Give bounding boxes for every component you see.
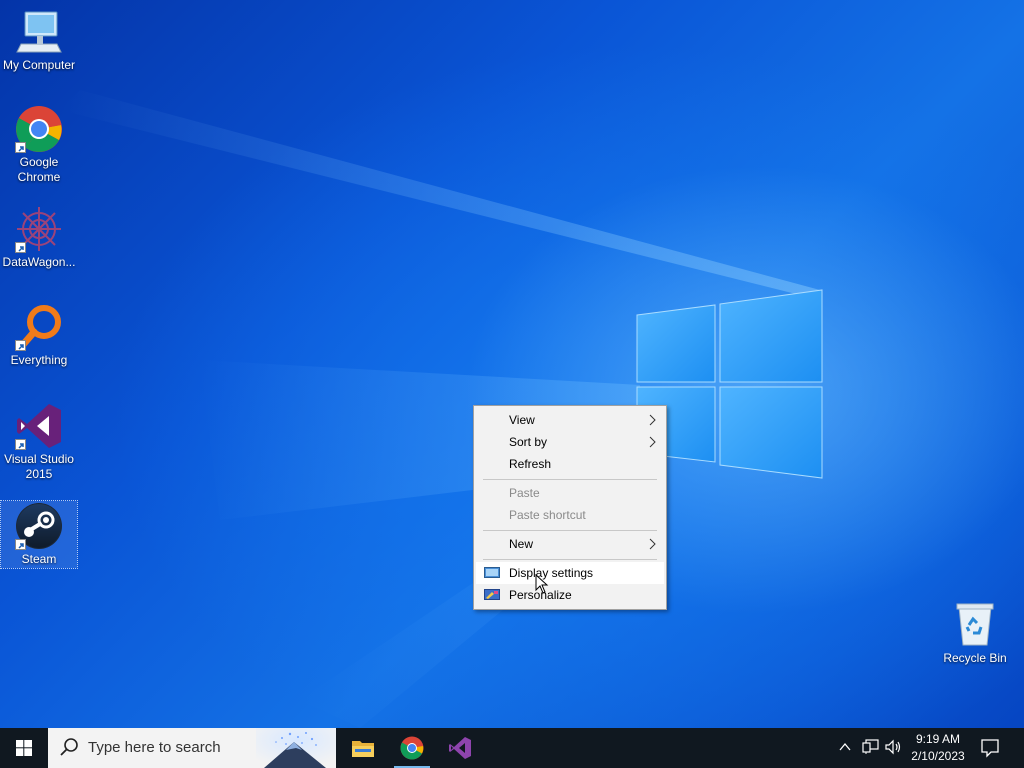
taskbar-chrome[interactable] bbox=[388, 728, 436, 768]
steam-icon bbox=[15, 502, 63, 550]
desktop-icon-google-chrome[interactable]: Google Chrome bbox=[1, 105, 77, 185]
shortcut-arrow-icon bbox=[15, 439, 26, 450]
menu-item-view[interactable]: View bbox=[476, 409, 664, 431]
menu-item-new[interactable]: New bbox=[476, 533, 664, 555]
menu-item-label: New bbox=[509, 537, 534, 551]
clock-time: 9:19 AM bbox=[915, 732, 961, 746]
menu-item-label: Display settings bbox=[509, 566, 594, 580]
display-icon bbox=[484, 567, 500, 578]
taskbar-file-explorer[interactable] bbox=[338, 728, 386, 768]
menu-item-display-settings[interactable]: Display settings bbox=[476, 562, 664, 584]
chrome-icon bbox=[15, 105, 63, 153]
menu-item-refresh[interactable]: Refresh bbox=[476, 453, 664, 475]
desktop-icon-my-computer[interactable]: My Computer bbox=[1, 8, 77, 73]
search-placeholder: Type here to search bbox=[88, 739, 221, 756]
network-icon[interactable] bbox=[862, 739, 880, 755]
shortcut-arrow-icon bbox=[15, 242, 26, 253]
shortcut-arrow-icon bbox=[15, 340, 26, 351]
windows-start-icon bbox=[16, 740, 32, 756]
computer-icon bbox=[15, 8, 63, 56]
menu-item-label: Refresh bbox=[509, 457, 552, 471]
menu-item-personalize[interactable]: Personalize bbox=[476, 584, 664, 606]
recycle-bin-icon bbox=[951, 601, 999, 649]
menu-item-paste[interactable]: Paste bbox=[476, 482, 664, 504]
menu-item-paste-shortcut[interactable]: Paste shortcut bbox=[476, 504, 664, 526]
mouse-cursor-icon bbox=[535, 574, 549, 594]
start-button[interactable] bbox=[0, 728, 48, 768]
menu-item-label: Paste bbox=[509, 486, 540, 500]
menu-item-label: View bbox=[509, 413, 535, 427]
desktop-context-menu: View Sort by Refresh Paste Paste shortcu… bbox=[473, 405, 667, 610]
icon-label: Visual Studio 2015 bbox=[4, 452, 74, 481]
shortcut-arrow-icon bbox=[15, 142, 26, 153]
personalize-icon bbox=[484, 589, 500, 600]
everything-search-icon bbox=[15, 303, 63, 351]
chevron-right-icon bbox=[649, 436, 656, 448]
desktop-icon-everything[interactable]: Everything bbox=[1, 303, 77, 368]
menu-item-label: Paste shortcut bbox=[509, 508, 586, 522]
icon-label: Google Chrome bbox=[17, 155, 61, 184]
desktop-icon-datawagon[interactable]: DataWagon... bbox=[1, 205, 77, 270]
volume-icon[interactable] bbox=[885, 739, 903, 755]
chevron-right-icon bbox=[649, 538, 656, 550]
menu-item-label: Sort by bbox=[509, 435, 548, 449]
taskbar-clock[interactable]: 9:19 AM 2/10/2023 bbox=[905, 731, 971, 765]
wallpaper-light-beams bbox=[60, 90, 820, 728]
desktop-icon-visual-studio-2015[interactable]: Visual Studio 2015 bbox=[1, 402, 77, 482]
datawagon-icon bbox=[15, 205, 63, 253]
menu-item-sort-by[interactable]: Sort by bbox=[476, 431, 664, 453]
show-hidden-icons-chevron-up-icon[interactable] bbox=[838, 740, 852, 754]
icon-label: DataWagon... bbox=[2, 255, 76, 269]
menu-separator bbox=[483, 479, 657, 480]
notifications-icon[interactable] bbox=[980, 738, 1000, 758]
desktop-icon-steam[interactable]: Steam bbox=[0, 500, 78, 569]
file-explorer-icon bbox=[352, 741, 374, 757]
chrome-icon bbox=[400, 736, 424, 760]
visual-studio-icon bbox=[15, 402, 63, 450]
shortcut-arrow-icon bbox=[15, 539, 26, 550]
menu-separator bbox=[483, 530, 657, 531]
icon-label: Everything bbox=[10, 353, 68, 367]
taskbar-search-box[interactable]: Type here to search bbox=[48, 728, 336, 768]
search-icon bbox=[60, 738, 78, 756]
chevron-right-icon bbox=[649, 414, 656, 426]
clock-date: 2/10/2023 bbox=[911, 749, 965, 763]
icon-label: Recycle Bin bbox=[943, 651, 1007, 665]
visual-studio-icon bbox=[449, 737, 471, 759]
taskbar-visual-studio[interactable] bbox=[436, 728, 484, 768]
menu-separator bbox=[483, 559, 657, 560]
desktop-icon-recycle-bin[interactable]: Recycle Bin bbox=[937, 601, 1013, 666]
desktop[interactable]: My Computer Google Chrome DataWagon... E… bbox=[0, 0, 1024, 728]
icon-label: Steam bbox=[21, 552, 57, 566]
search-highlight-illustration bbox=[256, 728, 336, 768]
icon-label: My Computer bbox=[2, 58, 76, 72]
taskbar: Type here to search 9:19 AM 2/10/2023 bbox=[0, 728, 1024, 768]
